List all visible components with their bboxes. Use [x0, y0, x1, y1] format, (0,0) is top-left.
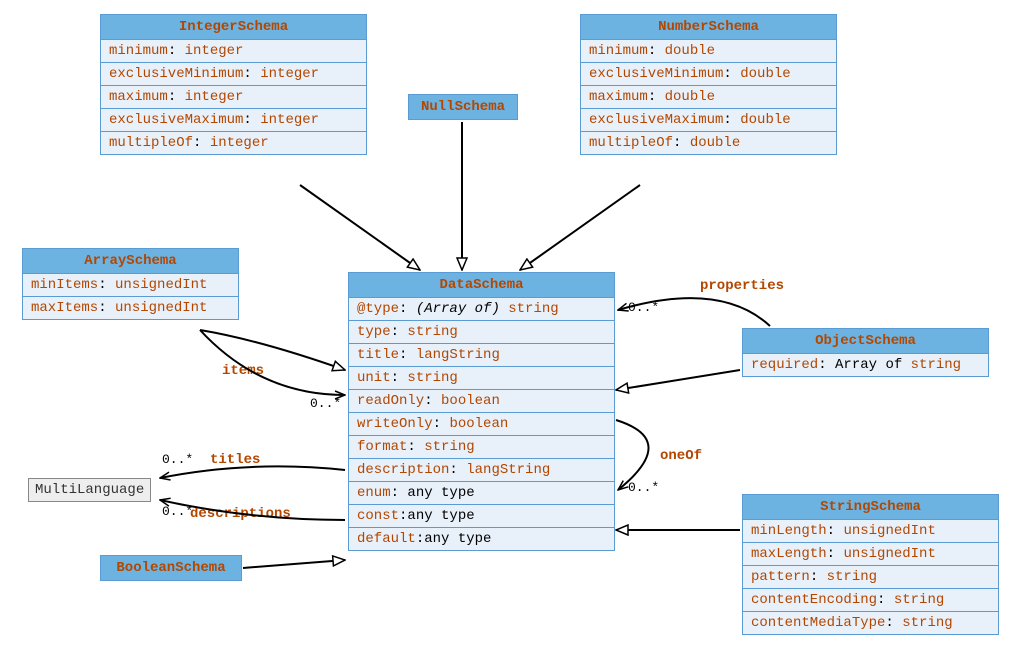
- attr-row: readOnly: boolean: [349, 390, 614, 413]
- attr-row: minLength: unsignedInt: [743, 520, 998, 543]
- class-title-string-schema: StringSchema: [743, 495, 998, 520]
- attr-row: exclusiveMinimum: double: [581, 63, 836, 86]
- class-null-schema: NullSchema: [408, 94, 518, 120]
- assoc-label-items: items: [222, 363, 264, 379]
- class-title-null-schema: NullSchema: [409, 95, 517, 119]
- attr-row: contentEncoding: string: [743, 589, 998, 612]
- attr-row: type: string: [349, 321, 614, 344]
- class-title-number-schema: NumberSchema: [581, 15, 836, 40]
- attr-row: contentMediaType: string: [743, 612, 998, 634]
- class-title-object-schema: ObjectSchema: [743, 329, 988, 354]
- class-object-schema: ObjectSchema required: Array of string: [742, 328, 989, 377]
- mult-label-titles: 0..*: [162, 452, 193, 467]
- class-boolean-schema: BooleanSchema: [100, 555, 242, 581]
- class-integer-schema: IntegerSchema minimum: integer exclusive…: [100, 14, 367, 155]
- class-title-boolean-schema: BooleanSchema: [101, 556, 241, 580]
- class-title-array-schema: ArraySchema: [23, 249, 238, 274]
- assoc-label-descriptions: descriptions: [190, 506, 291, 522]
- attr-row: maxLength: unsignedInt: [743, 543, 998, 566]
- class-array-schema: ArraySchema minItems: unsignedInt maxIte…: [22, 248, 239, 320]
- attr-row: enum: any type: [349, 482, 614, 505]
- attr-row: multipleOf: integer: [101, 132, 366, 154]
- attr-row: maxItems: unsignedInt: [23, 297, 238, 319]
- attr-row: writeOnly: boolean: [349, 413, 614, 436]
- attr-row: description: langString: [349, 459, 614, 482]
- assoc-label-titles: titles: [210, 452, 260, 468]
- class-string-schema: StringSchema minLength: unsignedInt maxL…: [742, 494, 999, 635]
- attr-row: exclusiveMaximum: integer: [101, 109, 366, 132]
- attr-row: multipleOf: double: [581, 132, 836, 154]
- mult-label-properties: 0..*: [628, 300, 659, 315]
- mult-label-items: 0..*: [310, 396, 341, 411]
- attr-row: minItems: unsignedInt: [23, 274, 238, 297]
- mult-label-oneof: 0..*: [628, 480, 659, 495]
- class-number-schema: NumberSchema minimum: double exclusiveMi…: [580, 14, 837, 155]
- attr-row: title: langString: [349, 344, 614, 367]
- attr-row: const:any type: [349, 505, 614, 528]
- class-multilanguage: MultiLanguage: [28, 478, 151, 502]
- attr-row: minimum: integer: [101, 40, 366, 63]
- attr-row: maximum: integer: [101, 86, 366, 109]
- attr-row: exclusiveMinimum: integer: [101, 63, 366, 86]
- attr-row: minimum: double: [581, 40, 836, 63]
- class-data-schema: DataSchema @type: (Array of) string type…: [348, 272, 615, 551]
- assoc-label-properties: properties: [700, 278, 784, 294]
- attr-row: @type: (Array of) string: [349, 298, 614, 321]
- attr-row: format: string: [349, 436, 614, 459]
- mult-label-descriptions: 0..*: [162, 504, 193, 519]
- attr-row: default:any type: [349, 528, 614, 550]
- attr-row: required: Array of string: [743, 354, 988, 376]
- assoc-label-oneof: oneOf: [660, 448, 702, 464]
- attr-row: pattern: string: [743, 566, 998, 589]
- attr-row: unit: string: [349, 367, 614, 390]
- class-title-data-schema: DataSchema: [349, 273, 614, 298]
- class-title-integer-schema: IntegerSchema: [101, 15, 366, 40]
- attr-row: exclusiveMaximum: double: [581, 109, 836, 132]
- attr-row: maximum: double: [581, 86, 836, 109]
